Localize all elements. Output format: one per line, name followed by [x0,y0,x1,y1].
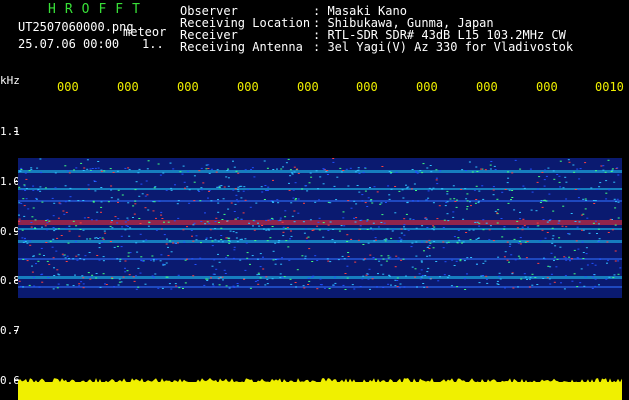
time-label: 000 [177,80,199,94]
signal-power-bar [18,378,622,400]
time-label: 000 [476,80,498,94]
axis-unit-khz: kHz [0,74,20,87]
y-tick-mark [14,330,18,331]
spectrogram-waterfall [18,158,622,298]
time-label: 0010 [595,80,624,94]
filename: UT2507060000.png [18,20,134,34]
time-label: 000 [117,80,139,94]
count-indicator: 1.. [142,37,164,51]
y-tick-mark [14,131,18,132]
datetime: 25.07.06 00:00 [18,37,120,51]
time-label: 000 [536,80,558,94]
time-label: 000 [237,80,259,94]
antenna-label: Receiving Antenna [180,40,303,54]
time-label: 000 [416,80,438,94]
antenna-value: : 3el Yagi(V) Az 330 for Vladivostok [313,40,574,54]
time-label: 000 [297,80,319,94]
time-label: 000 [57,80,79,94]
time-label: 000 [356,80,378,94]
brand-title: HROFFT [48,2,149,17]
